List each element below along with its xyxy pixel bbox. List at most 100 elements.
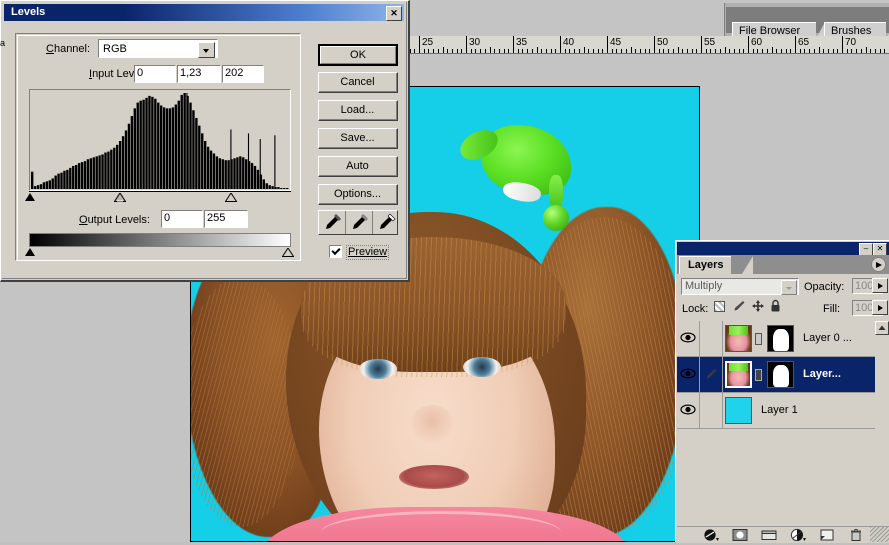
layer-name[interactable]: Layer... <box>803 357 841 392</box>
options-button[interactable]: Options... <box>318 184 398 205</box>
load-button[interactable]: Load... <box>318 100 398 121</box>
histogram-bar <box>116 144 119 189</box>
ruler-minor-tick <box>861 49 862 53</box>
preview-checkbox[interactable] <box>329 245 342 258</box>
palette-menu-icon[interactable] <box>871 257 886 272</box>
ruler-minor-tick <box>870 49 871 53</box>
set-gray-point-eyedropper-icon[interactable] <box>346 211 373 234</box>
histogram-bar <box>63 170 66 189</box>
layer-visibility-toggle[interactable] <box>677 321 700 356</box>
preview-label[interactable]: Preview <box>346 245 390 260</box>
input-black-slider[interactable] <box>25 193 35 201</box>
layer-thumbnail[interactable] <box>725 325 752 352</box>
layer-thumbnail[interactable] <box>725 397 752 424</box>
toolbox-sliver-label: a <box>0 38 6 48</box>
histogram-bar <box>127 123 131 189</box>
layer-style-fx-icon[interactable] <box>702 528 722 542</box>
cancel-button-label: Cancel <box>319 73 397 92</box>
layers-palette-titlebar[interactable]: – ✕ <box>677 242 889 256</box>
layer-thumbnail[interactable] <box>725 361 752 388</box>
blend-mode-value: Multiply <box>685 280 723 292</box>
ruler-minor-tick <box>710 49 711 53</box>
histogram-bar <box>203 141 207 189</box>
output-black-field[interactable]: 0 <box>161 210 203 228</box>
histogram-bar <box>180 94 183 189</box>
ruler-minor-tick <box>833 49 834 53</box>
ruler-minor-tick <box>518 49 519 53</box>
levels-dialog[interactable]: Levels ✕ Channel: RGB Input Levels: 0 1,… <box>0 0 410 282</box>
ruler-minor-tick <box>593 49 594 53</box>
input-shadow-field[interactable]: 0 <box>134 65 176 83</box>
output-black-slider[interactable] <box>25 248 35 256</box>
output-white-slider[interactable] <box>282 248 294 257</box>
set-black-point-eyedropper-icon[interactable] <box>319 211 346 234</box>
new-layer-icon[interactable] <box>818 528 838 542</box>
histogram-bar <box>286 188 289 189</box>
opacity-stepper[interactable] <box>872 278 888 293</box>
layers-scrollbar[interactable] <box>875 321 889 465</box>
layers-palette[interactable]: – ✕ Layers Multiply Opacity: 100% Lock: … <box>675 240 889 543</box>
ruler-minor-tick <box>880 49 881 53</box>
ruler-minor-tick <box>428 49 429 53</box>
table-row[interactable]: Layer... <box>677 357 875 393</box>
layer-mask-thumbnail[interactable] <box>767 361 794 388</box>
histogram-bar <box>89 158 93 189</box>
output-white-field[interactable]: 255 <box>204 210 248 228</box>
table-row[interactable]: Layer 1 <box>677 393 875 429</box>
input-midtone-field[interactable]: 1,23 <box>177 65 221 83</box>
set-white-point-eyedropper-icon[interactable] <box>373 211 399 234</box>
ok-button[interactable]: OK <box>318 44 398 66</box>
input-highlight-field[interactable]: 202 <box>222 65 264 83</box>
ruler-minor-tick <box>452 49 453 53</box>
ruler-minor-tick <box>551 49 552 53</box>
scroll-up-button[interactable] <box>875 321 889 335</box>
layer-visibility-toggle[interactable] <box>677 393 700 428</box>
chevron-down-icon[interactable] <box>198 42 215 58</box>
layer-mask-thumbnail[interactable] <box>767 325 794 352</box>
cancel-button[interactable]: Cancel <box>318 72 398 93</box>
new-adjustment-layer-icon[interactable] <box>789 528 809 542</box>
ruler-label: 30 <box>469 37 481 48</box>
layer-list[interactable]: Layer 0 ... Layer... Layer 1 <box>677 321 889 465</box>
add-layer-mask-icon[interactable] <box>731 528 751 542</box>
layer-link-toggle[interactable] <box>700 393 723 428</box>
layer-link-toggle[interactable] <box>700 357 723 392</box>
ruler-minor-tick <box>847 49 848 53</box>
auto-button[interactable]: Auto <box>318 156 398 177</box>
channel-select[interactable]: RGB <box>98 39 218 58</box>
levels-dialog-titlebar[interactable]: Levels ✕ <box>4 4 404 21</box>
tab-layers[interactable]: Layers <box>679 256 732 274</box>
lock-position-move-icon[interactable] <box>751 299 765 313</box>
save-button[interactable]: Save... <box>318 128 398 149</box>
layer-visibility-toggle[interactable] <box>677 357 700 392</box>
layer-name[interactable]: Layer 1 <box>761 393 798 428</box>
ruler-minor-tick <box>729 49 730 53</box>
histogram-bar <box>198 125 201 189</box>
layer-mask-link-icon[interactable] <box>755 369 762 381</box>
paintbrush-icon <box>706 369 717 379</box>
histogram-bar <box>66 169 69 189</box>
chevron-down-icon[interactable] <box>781 280 797 295</box>
input-white-slider[interactable] <box>225 193 237 202</box>
layer-name[interactable]: Layer 0 ... <box>803 321 852 356</box>
histogram-bar <box>133 108 136 189</box>
histogram-bar <box>168 108 172 189</box>
close-icon[interactable]: ✕ <box>386 6 402 21</box>
eyedropper-glyph <box>326 214 341 229</box>
input-gamma-slider[interactable] <box>114 193 126 202</box>
delete-layer-trash-icon[interactable] <box>847 528 867 542</box>
new-layer-set-folder-icon[interactable] <box>760 528 780 542</box>
layer-link-toggle[interactable] <box>700 321 723 356</box>
layer-mask-link-icon[interactable] <box>755 333 762 345</box>
table-row[interactable]: Layer 0 ... <box>677 321 875 357</box>
lock-image-pixels-brush-icon[interactable] <box>732 299 746 313</box>
ruler-minor-tick <box>410 49 411 53</box>
lock-all-padlock-icon[interactable] <box>769 299 782 313</box>
palette-resize-grip[interactable] <box>870 527 889 542</box>
ruler-minor-tick <box>757 49 758 53</box>
fill-stepper[interactable] <box>872 300 888 315</box>
lock-transparency-icon[interactable] <box>714 301 725 312</box>
layers-bottom-toolbar[interactable] <box>677 526 889 543</box>
blend-mode-select[interactable]: Multiply <box>681 278 799 295</box>
layers-tabstrip: Layers <box>677 255 889 274</box>
